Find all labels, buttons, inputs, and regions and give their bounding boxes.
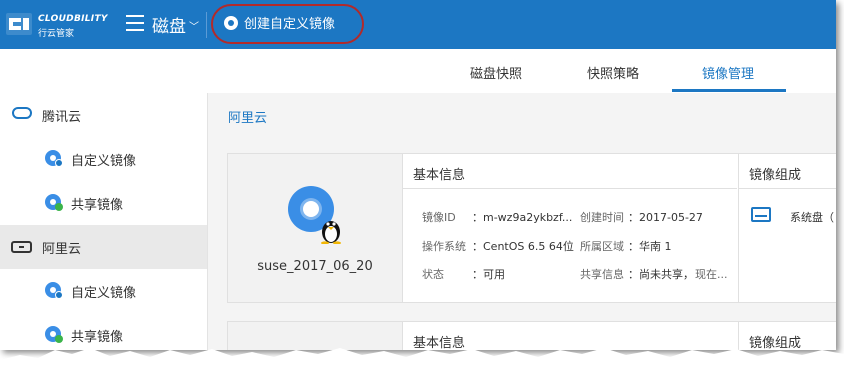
cloud-icon — [12, 107, 32, 119]
app-window: CLOUDBILITY 行云管家 磁盘 ﹀ 创建自定义镜像 磁盘快照 快照策略 镜… — [0, 0, 836, 350]
tab-bar: 磁盘快照 快照策略 镜像管理 — [0, 49, 836, 94]
sidebar-item-label: 自定义镜像 — [71, 154, 137, 169]
sidebar-item-label: 腾讯云 — [42, 110, 82, 125]
image-name: suse_2017_06_20 — [257, 259, 373, 274]
hamburger-menu-icon[interactable] — [126, 15, 144, 31]
annotation-highlight-ring — [211, 4, 364, 44]
sidebar-item-aliyun-custom-image[interactable]: 自定义镜像 — [0, 269, 207, 313]
system-disk-label: 系统盘（ — [790, 211, 834, 224]
module-switcher[interactable]: 磁盘 ﹀ — [152, 12, 199, 37]
brand-subtitle: 行云管家 — [38, 29, 75, 39]
image-id-value: ：m-wz9a2ykbzf... — [472, 211, 573, 224]
sidebar-item-label: 阿里云 — [42, 242, 82, 257]
cloudbility-logo-icon — [6, 13, 32, 35]
composition-title: 镜像组成 — [749, 168, 802, 183]
basic-info-header: 基本信息 — [403, 154, 737, 189]
main-content: 阿里云 suse_2017_06_20 基本信息 镜像组成 镜像ID ：m-wz… — [208, 93, 836, 350]
os-label: 操作系统 — [422, 240, 466, 253]
region-value: ：华南 1 — [628, 240, 672, 253]
sidebar-item-label: 共享镜像 — [71, 198, 124, 213]
sidebar-item-tencent-shared-image[interactable]: 共享镜像 — [0, 181, 207, 225]
created-time-label: 创建时间 — [580, 211, 624, 224]
tab-disk-snapshot[interactable]: 磁盘快照 — [470, 63, 522, 82]
sidebar: 腾讯云 自定义镜像 共享镜像 阿里云 自定义镜像 共享镜像 — [0, 93, 208, 350]
image-card[interactable]: suse_2017_06_20 基本信息 镜像组成 镜像ID ：m-wz9a2y… — [227, 153, 836, 303]
top-bar: CLOUDBILITY 行云管家 磁盘 ﹀ 创建自定义镜像 — [0, 0, 836, 49]
region-label: 所属区域 — [580, 240, 624, 253]
status-label: 状态 — [422, 268, 444, 281]
brand-name: CLOUDBILITY — [38, 14, 108, 24]
system-disk-icon — [751, 207, 771, 222]
aliyun-icon — [11, 241, 32, 253]
torn-edge — [0, 348, 844, 367]
module-label: 磁盘 — [152, 17, 186, 37]
share-now-link[interactable]: 现在... — [695, 266, 728, 282]
disc-icon — [45, 282, 63, 299]
sidebar-item-tencent-cloud[interactable]: 腾讯云 — [0, 93, 207, 137]
tab-image-management[interactable]: 镜像管理 — [702, 63, 754, 82]
os-value: ：CentOS 6.5 64位 — [472, 240, 574, 253]
sidebar-item-label: 自定义镜像 — [71, 286, 137, 301]
sidebar-item-tencent-custom-image[interactable]: 自定义镜像 — [0, 137, 207, 181]
share-info-value: ：尚未共享， — [628, 268, 694, 281]
created-time-value: ：2017-05-27 — [628, 211, 703, 224]
image-id-label: 镜像ID — [422, 211, 456, 224]
basic-info-title: 基本信息 — [413, 168, 466, 183]
disc-icon — [45, 150, 63, 167]
linux-penguin-icon — [321, 221, 341, 244]
image-preview: suse_2017_06_20 — [228, 154, 403, 302]
breadcrumb[interactable]: 阿里云 — [228, 107, 267, 126]
composition-header: 镜像组成 — [739, 154, 836, 189]
header-divider — [206, 12, 207, 38]
sidebar-item-aliyun[interactable]: 阿里云 — [0, 225, 207, 269]
logo[interactable]: CLOUDBILITY 行云管家 — [6, 10, 108, 40]
chevron-down-icon: ﹀ — [189, 22, 199, 33]
active-tab-indicator — [672, 89, 786, 92]
share-info-label: 共享信息 — [580, 268, 624, 281]
status-value: ：可用 — [472, 268, 505, 281]
shared-disc-icon — [45, 194, 63, 211]
tab-snapshot-policy[interactable]: 快照策略 — [587, 63, 639, 82]
